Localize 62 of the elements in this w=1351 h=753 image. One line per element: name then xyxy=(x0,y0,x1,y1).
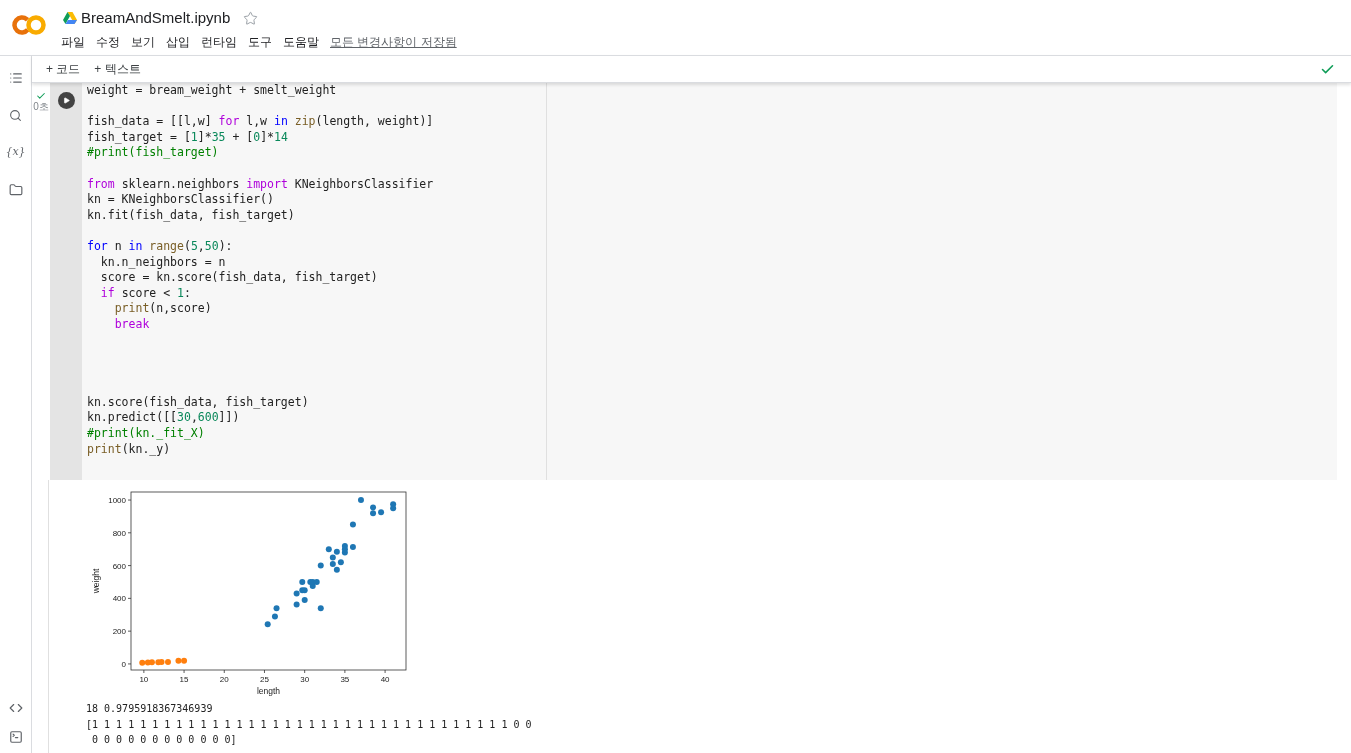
notebook-title[interactable]: BreamAndSmelt.ipynb xyxy=(81,6,231,30)
star-icon[interactable] xyxy=(243,10,259,26)
tick-label: 30 xyxy=(300,675,310,684)
data-point xyxy=(317,562,324,569)
menu-item[interactable]: 삽입 xyxy=(166,33,190,51)
output-line: 0 0 0 0 0 0 0 0 0 0 0 0] xyxy=(91,733,237,747)
tick-label: 800 xyxy=(112,528,126,538)
code-line: #print(fish_target) xyxy=(87,145,219,161)
code-line: weight = bream_weight + smelt_weight xyxy=(87,83,337,99)
table-of-contents-icon[interactable] xyxy=(8,71,23,85)
code-line: kn.score(fish_data, fish_target) xyxy=(87,394,309,411)
code-line: break xyxy=(114,316,150,333)
tick-label: 40 xyxy=(380,675,390,684)
add-cell-button[interactable]: + 텍스트 xyxy=(94,60,141,78)
terminal-icon[interactable] xyxy=(8,730,23,744)
code-line: #print(kn._fit_X) xyxy=(87,426,205,442)
variables-icon[interactable]: {x} xyxy=(5,144,26,161)
code-line: kn.n_neighbors = n xyxy=(100,254,226,271)
data-point xyxy=(357,497,364,504)
code-line: print(kn._y) xyxy=(87,441,171,458)
tick-label: 200 xyxy=(112,627,126,637)
tick-label: 400 xyxy=(112,594,126,604)
drive-icon xyxy=(63,12,77,24)
tick-label: 600 xyxy=(112,561,126,571)
menu-item[interactable]: 도구 xyxy=(248,33,272,51)
x-axis-label: length xyxy=(256,686,281,696)
save-status-link[interactable]: 모든 변경사항이 저장됨 xyxy=(330,33,457,51)
output-line: [1 1 1 1 1 1 1 1 1 1 1 1 1 1 1 1 1 1 1 1 1 1 1 1 1 1 1 1 1 1 1 1 1 1 1 0 0 xyxy=(86,717,532,732)
output-line: 18 0.9795918367346939 xyxy=(86,702,213,716)
tick-label: 25 xyxy=(260,675,269,684)
tick-label: 35 xyxy=(340,675,350,684)
code-line: kn = KNeighborsClassifier() xyxy=(87,192,274,208)
code-line: for n in range(5,50): xyxy=(87,238,233,255)
code-line: kn.predict([[30,600]]) xyxy=(87,410,240,427)
menu-item[interactable]: 파일 xyxy=(61,33,85,51)
data-point xyxy=(317,605,324,612)
menu-item[interactable]: 도움말 xyxy=(283,33,319,51)
menu-item[interactable]: 런타임 xyxy=(201,33,237,51)
menu-item[interactable]: 보기 xyxy=(131,33,155,51)
code-line: fish_target = [1]*35 + [0]*14 xyxy=(87,129,288,146)
code-snippets-icon[interactable] xyxy=(8,701,23,715)
tick-label: 20 xyxy=(219,675,229,684)
data-point xyxy=(349,521,356,528)
tick-label: 15 xyxy=(179,675,189,684)
y-axis-label: weight xyxy=(91,568,101,594)
logo-icon[interactable] xyxy=(12,14,46,36)
code-line: print(n,score) xyxy=(114,301,212,317)
code-line: fish_data = [[l,w] for l,w in zip(length, weight)] xyxy=(87,114,434,130)
code-line: if score < 1: xyxy=(100,285,191,302)
tick-label: 0 xyxy=(121,659,126,669)
code-line: kn.fit(fish_data, fish_target) xyxy=(87,207,295,224)
run-time: 0초 xyxy=(33,102,49,112)
run-cell-button[interactable] xyxy=(57,92,75,109)
code-line: score = kn.score(fish_data, fish_target) xyxy=(100,270,378,286)
menu-item[interactable]: 수정 xyxy=(96,33,120,51)
search-icon[interactable] xyxy=(9,109,22,122)
add-cell-button[interactable]: + 코드 xyxy=(46,60,81,78)
tick-label: 10 xyxy=(139,675,149,684)
tick-label: 1000 xyxy=(108,496,126,506)
folder-icon[interactable] xyxy=(8,182,23,197)
play-icon xyxy=(63,97,70,104)
code-line: from sklearn.neighbors import KNeighborsClassifier xyxy=(87,176,434,193)
